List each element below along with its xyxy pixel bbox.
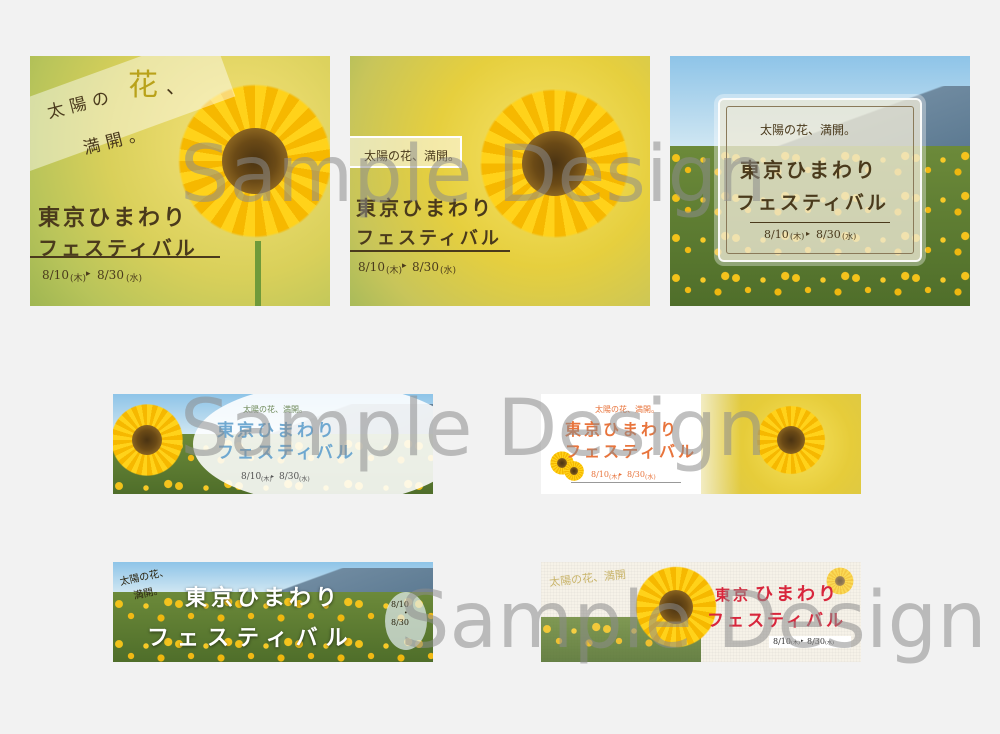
- title-underline: [350, 250, 510, 252]
- title-line-2: フェスティバル: [736, 192, 889, 214]
- tagline: 太陽の花、満開。: [364, 149, 461, 163]
- title-line-2: フェスティバル: [565, 442, 698, 461]
- title-line-1b: ひまわり: [755, 584, 839, 605]
- title-line-1: 東京ひまわり: [740, 158, 878, 182]
- title-line-1: 東京ひまわり: [356, 196, 494, 220]
- date-start: 8/10: [42, 268, 69, 282]
- tagline-flower: 花: [128, 68, 158, 103]
- date-end: 8/30: [807, 637, 825, 646]
- title-line-1: 東京ひまわり: [565, 420, 680, 439]
- tagline: 太陽の花、満開。: [760, 123, 857, 137]
- date-start-day: (木): [386, 266, 403, 276]
- date-start: 8/10: [241, 472, 262, 482]
- date-start: 8/10: [391, 600, 409, 609]
- date-start-day: (木): [791, 640, 800, 646]
- banner-square-1: 太陽の 花 、 満開。 東京ひまわり フェスティバル 8/10 (木) ▸ 8/…: [30, 56, 330, 306]
- title-underline: [750, 222, 890, 223]
- date-arrow-icon: ▸: [271, 473, 275, 480]
- date-arrow-icon: ▸: [402, 261, 407, 271]
- date-end-day: (水): [440, 266, 457, 276]
- banner-wide-2: 太陽の花、満開。 東京ひまわり フェスティバル 8/10 (木) ▸ 8/30 …: [541, 394, 861, 494]
- date-end-day: (水): [645, 474, 656, 481]
- banner-wide-1: 太陽の花、満開。 東京ひまわり フェスティバル 8/10 (木) ▸ 8/30 …: [113, 394, 433, 494]
- title-line-1: 東京ひまわり: [38, 205, 189, 231]
- title-underline: [30, 256, 220, 258]
- date-end: 8/30: [279, 472, 300, 482]
- title-line-2: フェスティバル: [356, 228, 502, 249]
- small-sunflower-icon: [563, 460, 585, 482]
- date-end: 8/30: [97, 268, 124, 282]
- stem: [255, 241, 261, 306]
- banner-wide-3: 太陽の花、 満開。 東京ひまわり フェスティバル 8/10 • 8/30: [113, 562, 433, 662]
- date-end-day: (水): [825, 640, 834, 646]
- date-end: 8/30: [627, 470, 645, 479]
- banner-square-2: 太陽の花、満開。 東京ひまわり フェスティバル 8/10 (木) ▸ 8/30 …: [350, 56, 650, 306]
- banner-wide-4: 太陽の花、満開 東京 ひまわり フェスティバル 8/10 (木) ▸ 8/30 …: [541, 562, 861, 662]
- title-line-1a: 東京: [715, 586, 752, 604]
- date-start: 8/10: [358, 260, 385, 274]
- date-end: 8/30: [412, 260, 439, 274]
- tagline: 太陽の花、満開。: [243, 405, 307, 414]
- date-start: 8/10: [764, 228, 789, 241]
- date-start-day: (木): [790, 232, 805, 241]
- date-end: 8/30: [816, 228, 841, 241]
- title-underline: [571, 482, 681, 483]
- date-start-day: (木): [70, 274, 87, 284]
- date-end: 8/30: [391, 618, 409, 627]
- date-end-day: (水): [299, 476, 310, 483]
- date-separator: •: [404, 610, 408, 617]
- tagline: 太陽の花、満開。: [595, 405, 659, 414]
- date-end-day: (水): [126, 274, 143, 284]
- tagline-comma: 、: [166, 74, 186, 98]
- date-arrow-icon: ▸: [806, 229, 811, 238]
- banner-gallery: 太陽の 花 、 満開。 東京ひまわり フェスティバル 8/10 (木) ▸ 8/…: [0, 0, 1000, 734]
- date-start: 8/10: [773, 637, 791, 646]
- sunflower-image: [753, 402, 829, 478]
- title-line-1: 東京ひまわり: [185, 585, 342, 611]
- banner-square-3: 太陽の花、満開。 東京ひまわり フェスティバル 8/10 (木) ▸ 8/30 …: [670, 56, 970, 306]
- title-line-2: フェスティバル: [217, 443, 356, 463]
- title-line-2: フェスティバル: [707, 611, 846, 631]
- title-line-2: フェスティバル: [147, 625, 356, 651]
- sunflower-image: [472, 81, 637, 246]
- date-start: 8/10: [591, 470, 609, 479]
- date-arrow-icon: ▸: [86, 269, 91, 279]
- date-end-day: (水): [842, 232, 857, 241]
- date-arrow-icon: ▸: [619, 471, 623, 478]
- date-arrow-icon: ▸: [801, 638, 804, 644]
